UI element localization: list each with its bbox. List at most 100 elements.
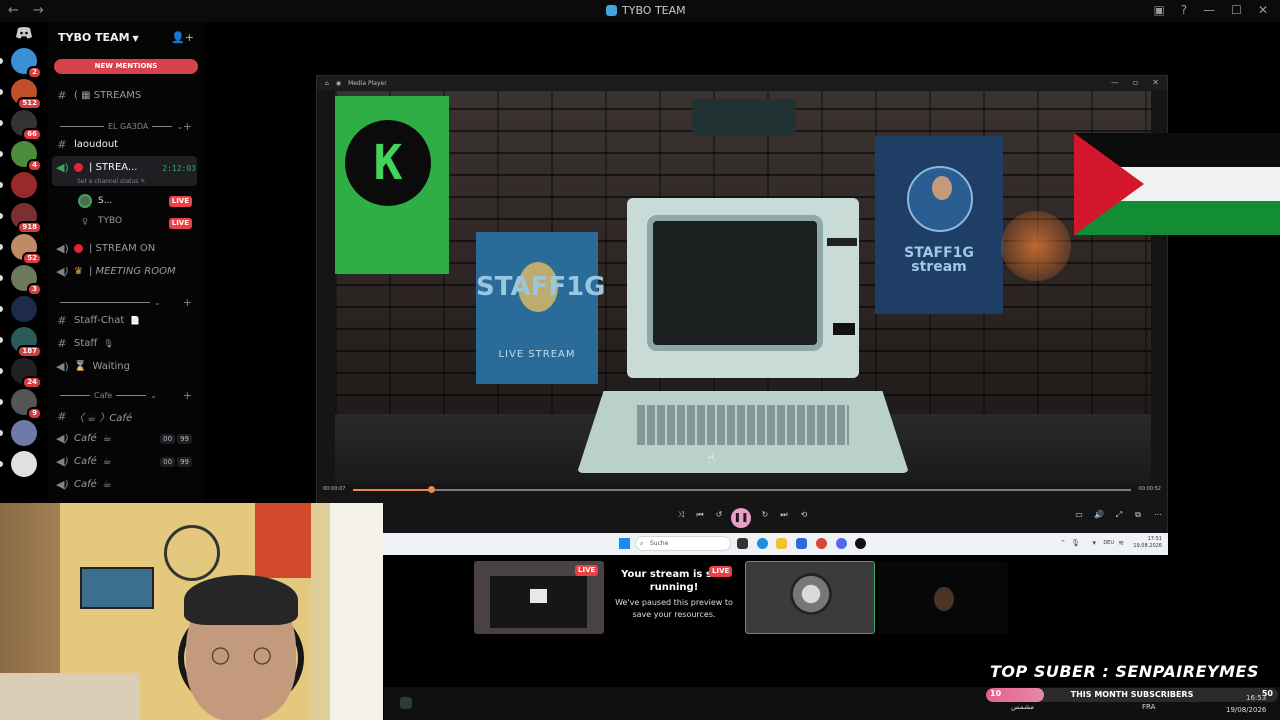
server-icon[interactable]: 66 <box>11 110 42 141</box>
minimize-button[interactable]: — <box>1111 78 1119 87</box>
seek-bar[interactable]: 00:00:07 00:00:52 <box>317 486 1167 496</box>
category-staff[interactable]: ⌄ <box>60 298 161 307</box>
new-mentions-banner[interactable]: NEW MENTIONS <box>54 59 198 74</box>
network-icon[interactable]: ▾ <box>1092 539 1096 547</box>
discord-home-icon[interactable] <box>12 26 36 46</box>
home-icon[interactable]: ⌂ <box>325 80 329 87</box>
memo-icon: 📄 <box>130 316 141 325</box>
help-icon[interactable]: ? <box>1181 3 1187 17</box>
next-icon[interactable]: ⏭ <box>778 510 790 520</box>
voice-user-2[interactable]: ♀ TYBO <box>78 216 122 226</box>
close-button[interactable]: ✕ <box>1258 3 1268 17</box>
channel-cafe-text[interactable]: # 〈 ☕ 〉Café <box>56 409 132 424</box>
maximize-button[interactable]: ▫ <box>1133 78 1138 87</box>
forward-arrow-icon[interactable]: → <box>33 3 44 18</box>
stream-preview-3[interactable] <box>878 561 1008 634</box>
input-language[interactable]: DEU <box>1103 540 1114 546</box>
category-cafe[interactable]: Cafe ⌄ <box>60 391 157 400</box>
mic-icon[interactable]: 🎙 <box>1071 539 1080 547</box>
shuffle-icon[interactable]: ⤨ <box>675 510 687 520</box>
cast-icon[interactable]: ⧉ <box>1132 510 1144 520</box>
server-icon[interactable]: 4 <box>11 141 42 172</box>
system-time[interactable]: 16:53 <box>1246 694 1266 702</box>
voice-user-1[interactable]: S... <box>78 194 112 208</box>
rewind-icon[interactable]: ↺ <box>713 510 725 519</box>
maximize-button[interactable]: ☐ <box>1231 3 1242 17</box>
media-player-window[interactable]: ⌂ ◉ Media Player — ▫ ✕ K STAFF1G LIVE ST… <box>316 75 1168 555</box>
channel-staff-chat[interactable]: # Staff-Chat 📄 <box>56 314 140 327</box>
server-icon[interactable] <box>11 296 37 322</box>
stream-preview-2[interactable] <box>745 561 875 634</box>
channel-meeting-room[interactable]: ◀) ♛ | MEETING ROOM <box>56 265 176 278</box>
wall-plaque <box>692 99 796 135</box>
media-player-icon[interactable] <box>855 538 866 549</box>
server-logo-icon <box>606 5 617 16</box>
server-icon[interactable]: 52 <box>11 234 42 265</box>
server-name-header[interactable]: TYBO TEAM ▼ <box>58 31 139 44</box>
file-explorer-icon[interactable] <box>776 538 787 549</box>
taskbar-search[interactable]: ⌕ Suche <box>635 536 731 551</box>
server-icon[interactable] <box>11 420 37 446</box>
server-icon[interactable] <box>11 172 37 198</box>
channel-streams[interactable]: # ( ▦ STREAMS <box>56 89 141 102</box>
close-button[interactable]: ✕ <box>1152 78 1159 87</box>
task-view-icon[interactable] <box>737 538 748 549</box>
server-icon[interactable]: 2 <box>11 48 42 79</box>
server-icon[interactable]: 187 <box>11 327 42 358</box>
channel-stream-on[interactable]: ◀) | STREAM ON <box>56 242 155 255</box>
add-channel-icon[interactable]: + <box>183 120 192 133</box>
wifi-icon[interactable]: ≋ <box>1118 539 1124 547</box>
server-icon[interactable]: 24 <box>11 358 42 389</box>
server-icon[interactable]: 3 <box>11 265 42 296</box>
player-window-controls: — ▫ ✕ <box>1111 78 1159 87</box>
minimize-button[interactable]: — <box>1203 3 1215 17</box>
hash-icon: # <box>57 314 67 327</box>
avatar <box>78 194 92 208</box>
live-badge: LIVE <box>709 566 733 577</box>
system-date[interactable]: 19/08/2026 <box>1226 706 1266 714</box>
channel-waiting[interactable]: ◀) ⌛ Waiting <box>56 360 130 373</box>
back-arrow-icon[interactable]: ← <box>8 3 19 18</box>
channel-stream-voice[interactable]: ◀) | STREA... <box>56 161 137 174</box>
pause-button[interactable]: ❚❚ <box>731 508 751 528</box>
seek-handle[interactable] <box>427 486 435 493</box>
channel-cafe-voice-1[interactable]: ◀) Café ☕ <box>56 432 112 445</box>
seek-track[interactable] <box>353 486 1131 493</box>
channel-cafe-voice-2[interactable]: ◀) Café ☕ <box>56 455 112 468</box>
app-icon[interactable] <box>796 538 807 549</box>
add-channel-icon[interactable]: + <box>183 296 192 309</box>
forward-icon[interactable]: ↻ <box>759 510 771 519</box>
set-channel-status[interactable]: Set a channel status ✎ <box>77 178 145 185</box>
windows-start-icon[interactable] <box>619 538 630 549</box>
more-options-icon[interactable]: ⋯ <box>1152 510 1164 519</box>
discord-icon[interactable] <box>836 538 847 549</box>
chevron-up-icon[interactable]: ⌃ <box>1060 539 1066 547</box>
volume-icon[interactable]: 🔊 <box>1093 510 1105 519</box>
channel-staff[interactable]: # Staff 🎙 <box>56 337 113 350</box>
server-icon[interactable] <box>11 451 37 477</box>
app-icon[interactable] <box>400 697 412 709</box>
server-icon[interactable]: 918 <box>11 203 42 234</box>
previous-icon[interactable]: ⏮ <box>694 510 706 520</box>
category-elgada[interactable]: EL GA3DA ⌄ <box>60 122 183 131</box>
video-frame[interactable]: K STAFF1G LIVE STREAM STAFF1G stream ☝ <box>335 91 1151 484</box>
repeat-off-icon[interactable]: ⟲ <box>798 510 810 519</box>
server-icon[interactable]: 9 <box>11 389 42 420</box>
chrome-icon[interactable] <box>816 538 827 549</box>
seek-progress <box>353 489 431 491</box>
inbox-icon[interactable]: ▣ <box>1153 3 1164 17</box>
input-language[interactable]: FRA <box>1142 703 1155 711</box>
channel-laoudout[interactable]: # laoudout <box>56 138 118 151</box>
invite-people-icon[interactable]: 👤+ <box>171 31 194 44</box>
channel-cafe-voice-3[interactable]: ◀) Café ☕ <box>56 478 112 491</box>
server-icon[interactable]: 512 <box>11 79 42 110</box>
speaker-icon: ◀) <box>56 432 69 445</box>
edge-icon[interactable] <box>757 538 768 549</box>
channel-label: Waiting <box>92 361 130 372</box>
taskbar-clock[interactable]: 17:51 19.08.2026 <box>1133 536 1162 550</box>
channel-label: Café <box>74 456 97 467</box>
add-channel-icon[interactable]: + <box>183 389 192 402</box>
fullscreen-icon[interactable]: ⤢ <box>1113 510 1125 520</box>
crown-icon: ♛ <box>74 266 83 277</box>
miniplayer-icon[interactable]: ▭ <box>1073 510 1085 519</box>
